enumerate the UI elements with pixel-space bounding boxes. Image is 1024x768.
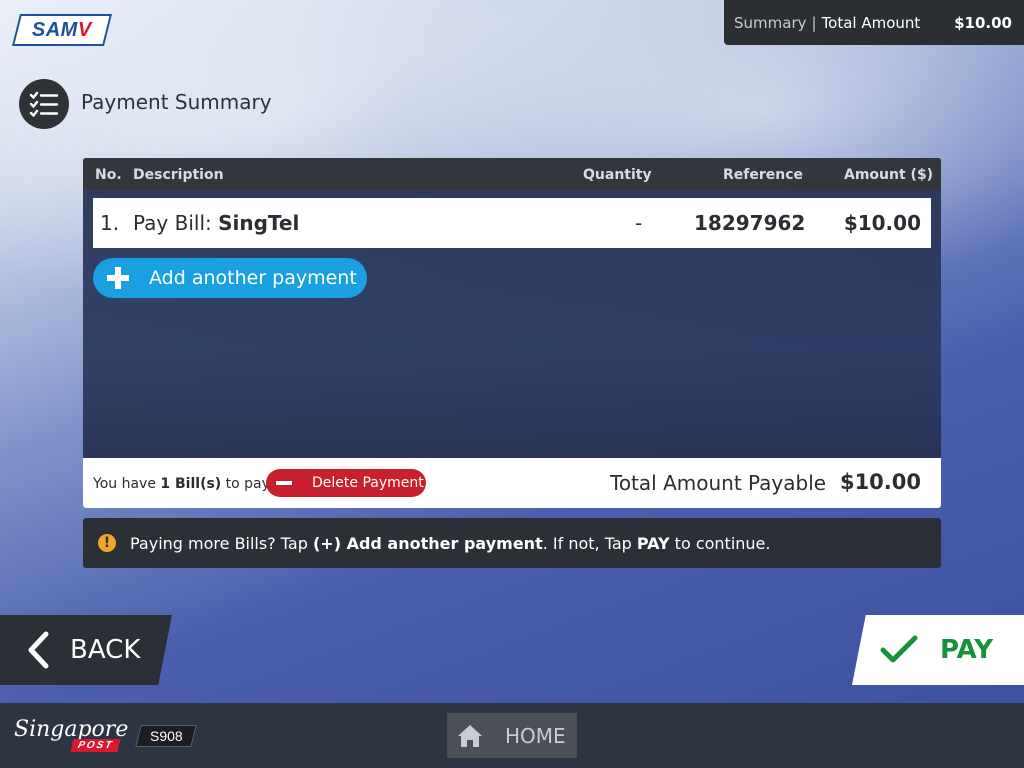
row-description-name: SingTel: [218, 211, 300, 235]
header-reference: Reference: [723, 167, 804, 183]
summary-amount: $10.00: [954, 13, 1012, 32]
singpost-logo-post: POST: [70, 739, 121, 752]
plus-icon: [107, 267, 129, 289]
header-no: No.: [95, 167, 122, 183]
header-amount: Amount ($): [844, 167, 934, 183]
summary-separator: |: [811, 13, 817, 32]
kiosk-id-text: S908: [149, 728, 183, 744]
summary-label: Summary: [734, 13, 807, 32]
samv-logo: SAMV: [12, 14, 112, 46]
info-bar: ! Paying more Bills? Tap (+) Add another…: [83, 518, 941, 568]
table-row[interactable]: 1. Pay Bill: SingTel - 18297962 $10.00: [93, 198, 931, 248]
checklist-icon: [19, 79, 69, 129]
home-icon: [458, 724, 482, 747]
bill-count-text: You have 1 Bill(s) to pay.: [93, 476, 272, 492]
bill-count: 1 Bill(s): [160, 476, 222, 492]
row-number: 1.: [100, 211, 120, 235]
info-part3: to continue.: [669, 533, 771, 553]
total-amount: $10.00: [839, 470, 921, 494]
delete-payment-button[interactable]: Delete Payment: [266, 469, 426, 497]
table-header: No. Description Quantity Reference Amoun…: [83, 158, 941, 190]
row-amount: $10.00: [843, 211, 921, 235]
bottom-bar: Singapore POST S908 HOME: [0, 703, 1024, 768]
logo-accent: V: [78, 18, 92, 41]
back-button[interactable]: BACK: [0, 615, 172, 685]
info-part1: Paying more Bills? Tap: [130, 533, 313, 553]
home-label: HOME: [505, 723, 566, 748]
summary-title: Total Amount: [821, 13, 921, 32]
chevron-left-icon: [28, 631, 49, 669]
row-quantity: -: [635, 211, 643, 235]
page-title: Payment Summary: [81, 90, 272, 114]
checkmark-icon: [880, 635, 918, 663]
header-quantity: Quantity: [583, 167, 652, 183]
delete-payment-label: Delete Payment: [312, 475, 424, 491]
info-part2: . If not, Tap: [542, 533, 637, 553]
bill-text-prefix: You have: [93, 476, 161, 492]
home-button[interactable]: HOME: [447, 713, 577, 758]
pay-button[interactable]: PAY: [852, 615, 1024, 685]
bill-text-suffix: to pay.: [221, 476, 273, 492]
info-bold1: (+) Add another payment: [312, 533, 543, 553]
kiosk-id: S908: [135, 725, 197, 747]
info-bold2: PAY: [636, 533, 670, 553]
exclamation-icon: !: [98, 534, 116, 552]
add-payment-label: Add another payment: [149, 267, 357, 289]
back-label: BACK: [70, 635, 141, 665]
logo-text: SAM: [32, 18, 79, 41]
row-description-prefix: Pay Bill:: [133, 211, 219, 235]
header-description: Description: [133, 167, 224, 183]
table-footer: You have 1 Bill(s) to pay. Delete Paymen…: [83, 458, 941, 508]
info-text: Paying more Bills? Tap (+) Add another p…: [130, 534, 770, 553]
row-description: Pay Bill: SingTel: [133, 211, 299, 235]
pay-label: PAY: [940, 635, 994, 665]
add-payment-button[interactable]: Add another payment: [93, 258, 367, 298]
summary-bar: Summary | Total Amount $10.00: [724, 0, 1024, 45]
minus-icon: [276, 481, 292, 485]
payment-table: No. Description Quantity Reference Amoun…: [83, 158, 941, 508]
row-reference: 18297962: [694, 211, 806, 235]
total-label: Total Amount Payable: [610, 471, 827, 495]
